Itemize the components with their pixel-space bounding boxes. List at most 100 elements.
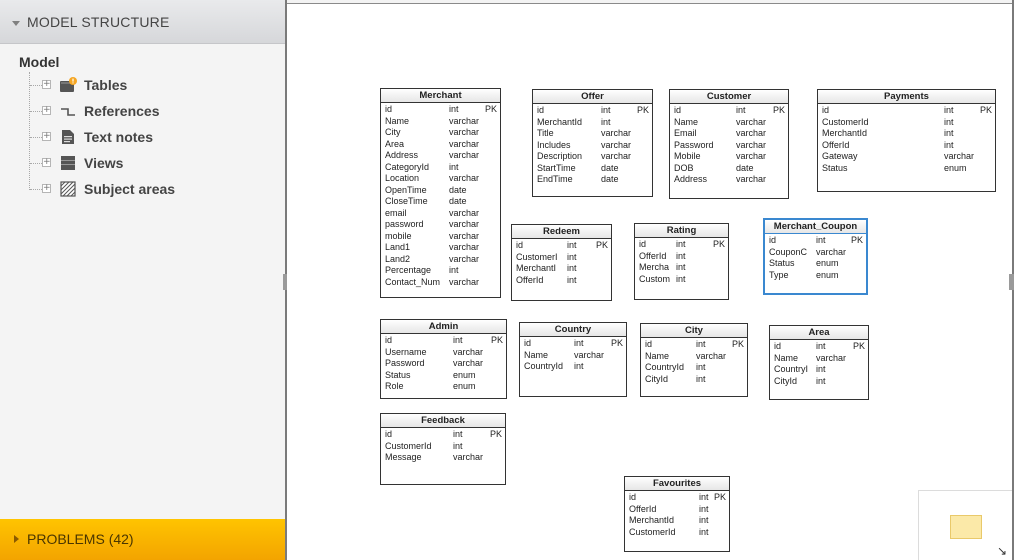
table-title[interactable]: City: [641, 324, 747, 338]
table-column-row[interactable]: id int PK: [765, 235, 866, 247]
table-customer[interactable]: Customer id int PK Name varchar Email varchar Pa…: [669, 89, 789, 199]
table-title[interactable]: Feedback: [381, 414, 505, 428]
table-column-row[interactable]: Name varchar: [520, 350, 626, 362]
table-column-row[interactable]: Gateway varchar: [818, 151, 995, 163]
table-title[interactable]: Admin: [381, 320, 506, 334]
table-column-row[interactable]: MerchantId int: [625, 515, 729, 527]
table-area[interactable]: Area id int PK Name varchar CountryI int CityId i…: [769, 325, 869, 400]
table-column-row[interactable]: id int PK: [381, 104, 500, 116]
table-column-row[interactable]: email varchar: [381, 208, 500, 220]
table-column-row[interactable]: OfferId int: [818, 140, 995, 152]
table-payments[interactable]: Payments id int PK CustomerId int MerchantId in…: [817, 89, 996, 192]
table-column-row[interactable]: Area varchar: [381, 139, 500, 151]
table-column-row[interactable]: EndTime date: [533, 174, 652, 186]
table-column-row[interactable]: Role enum: [381, 381, 506, 393]
table-redeem[interactable]: Redeem id int PK CustomerI int MerchantI int Off…: [511, 224, 612, 301]
table-title[interactable]: Favourites: [625, 477, 729, 491]
table-column-row[interactable]: CategoryId int: [381, 162, 500, 174]
table-favourites[interactable]: Favourites id int PK OfferId int MerchantId int…: [624, 476, 730, 552]
table-column-row[interactable]: Password varchar: [670, 140, 788, 152]
table-column-row[interactable]: Name varchar: [641, 351, 747, 363]
table-column-row[interactable]: CloseTime date: [381, 196, 500, 208]
table-column-row[interactable]: Mobile varchar: [670, 151, 788, 163]
collapse-arrow-icon[interactable]: [12, 21, 20, 26]
table-column-row[interactable]: Password varchar: [381, 358, 506, 370]
tree-item-references[interactable]: + References: [0, 101, 285, 121]
table-column-row[interactable]: id int PK: [520, 338, 626, 350]
table-feedback[interactable]: Feedback id int PK CustomerId int Message varch…: [380, 413, 506, 485]
table-column-row[interactable]: CountryId int: [641, 362, 747, 374]
table-title[interactable]: Customer: [670, 90, 788, 104]
table-column-row[interactable]: Title varchar: [533, 128, 652, 140]
table-column-row[interactable]: Location varchar: [381, 173, 500, 185]
table-column-row[interactable]: id int PK: [635, 239, 728, 251]
table-title[interactable]: Area: [770, 326, 868, 340]
table-column-row[interactable]: password varchar: [381, 219, 500, 231]
minimap[interactable]: ↘: [918, 490, 1012, 560]
problems-bar[interactable]: PROBLEMS (42): [0, 519, 285, 560]
expand-arrow-icon[interactable]: [14, 535, 19, 543]
table-column-row[interactable]: CustomerId int: [381, 441, 505, 453]
splitter-handle[interactable]: [1009, 274, 1014, 290]
table-column-row[interactable]: id int PK: [512, 240, 611, 252]
minimap-viewport[interactable]: [950, 515, 982, 539]
expand-icon[interactable]: +: [42, 106, 51, 115]
table-column-row[interactable]: Includes varchar: [533, 140, 652, 152]
table-title[interactable]: Payments: [818, 90, 995, 104]
tree-item-text-notes[interactable]: + Text notes: [0, 127, 285, 147]
table-column-row[interactable]: Name varchar: [670, 117, 788, 129]
table-title[interactable]: Offer: [533, 90, 652, 104]
table-column-row[interactable]: id int PK: [533, 105, 652, 117]
table-column-row[interactable]: CustomerId int: [625, 527, 729, 539]
expand-icon[interactable]: +: [42, 132, 51, 141]
table-column-row[interactable]: CustomerId int: [818, 117, 995, 129]
table-column-row[interactable]: id int PK: [770, 341, 868, 353]
expand-icon[interactable]: +: [42, 184, 51, 193]
table-title[interactable]: Rating: [635, 224, 728, 238]
table-column-row[interactable]: CustomerI int: [512, 252, 611, 264]
table-merchant[interactable]: Merchant id int PK Name varchar City varchar Are…: [380, 88, 501, 298]
table-column-row[interactable]: id int PK: [381, 335, 506, 347]
table-column-row[interactable]: Mercha int: [635, 262, 728, 274]
tree-item-views[interactable]: + Views: [0, 153, 285, 173]
table-column-row[interactable]: id int PK: [670, 105, 788, 117]
table-column-row[interactable]: Contact_Num varchar: [381, 277, 500, 289]
table-column-row[interactable]: Percentage int: [381, 265, 500, 277]
table-column-row[interactable]: id int PK: [625, 492, 729, 504]
table-column-row[interactable]: CountryId int: [520, 361, 626, 373]
table-column-row[interactable]: DOB date: [670, 163, 788, 175]
table-column-row[interactable]: City varchar: [381, 127, 500, 139]
table-column-row[interactable]: Type enum: [765, 270, 866, 282]
table-column-row[interactable]: StartTime date: [533, 163, 652, 175]
table-column-row[interactable]: Land1 varchar: [381, 242, 500, 254]
table-column-row[interactable]: OpenTime date: [381, 185, 500, 197]
table-column-row[interactable]: MerchantId int: [818, 128, 995, 140]
table-column-row[interactable]: CountryI int: [770, 364, 868, 376]
table-column-row[interactable]: OfferId int: [512, 275, 611, 287]
table-column-row[interactable]: MerchantI int: [512, 263, 611, 275]
table-title[interactable]: Merchant: [381, 89, 500, 103]
table-column-row[interactable]: Status enum: [765, 258, 866, 270]
table-country[interactable]: Country id int PK Name varchar CountryId int: [519, 322, 627, 397]
table-column-row[interactable]: Status enum: [818, 163, 995, 175]
table-column-row[interactable]: id int PK: [641, 339, 747, 351]
table-column-row[interactable]: Message varchar: [381, 452, 505, 464]
table-column-row[interactable]: mobile varchar: [381, 231, 500, 243]
model-structure-header[interactable]: MODEL STRUCTURE: [0, 0, 285, 44]
resize-arrow-icon[interactable]: ↘: [997, 545, 1009, 557]
table-column-row[interactable]: Land2 varchar: [381, 254, 500, 266]
table-city[interactable]: City id int PK Name varchar CountryId int CityId…: [640, 323, 748, 397]
tree-item-tables[interactable]: + Tables: [0, 75, 285, 95]
table-column-row[interactable]: CityId int: [770, 376, 868, 388]
tree-item-subject-areas[interactable]: + Subject areas: [0, 179, 285, 199]
table-column-row[interactable]: Custom int: [635, 274, 728, 286]
table-title[interactable]: Country: [520, 323, 626, 337]
table-column-row[interactable]: OfferId int: [635, 251, 728, 263]
table-title[interactable]: Merchant_Coupon: [765, 220, 866, 234]
table-column-row[interactable]: Name varchar: [770, 353, 868, 365]
table-column-row[interactable]: MerchantId int: [533, 117, 652, 129]
table-column-row[interactable]: Email varchar: [670, 128, 788, 140]
table-column-row[interactable]: id int PK: [381, 429, 505, 441]
table-column-row[interactable]: Description varchar: [533, 151, 652, 163]
table-offer[interactable]: Offer id int PK MerchantId int Title varchar Inc…: [532, 89, 653, 197]
